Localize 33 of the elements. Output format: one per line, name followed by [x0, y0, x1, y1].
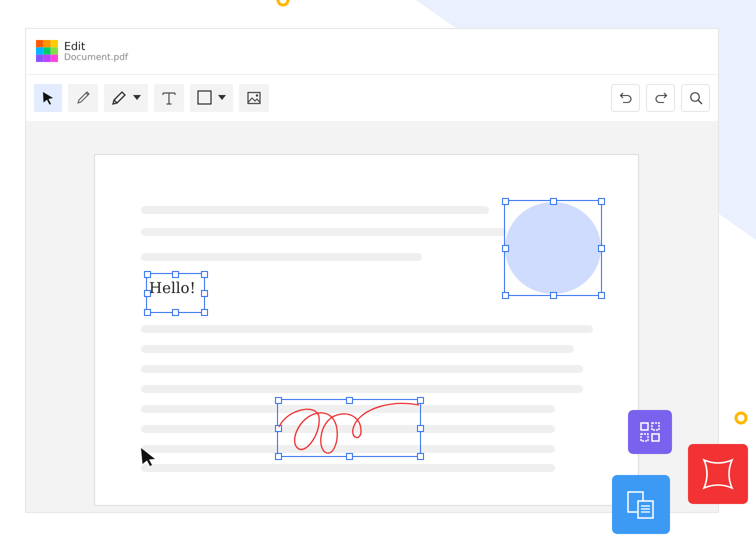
star-shape-icon: [702, 458, 734, 490]
rectangle-tool-button[interactable]: [190, 84, 233, 112]
highlighter-tool-button[interactable]: [104, 84, 148, 112]
shape-tile[interactable]: [688, 444, 748, 504]
pages-tile[interactable]: [612, 475, 670, 534]
image-icon: [246, 90, 262, 106]
text-box[interactable]: Hello!: [149, 279, 196, 297]
text-icon: [161, 90, 177, 106]
arrow-cursor-icon: [41, 90, 55, 105]
pencil-tool-button[interactable]: [68, 84, 98, 112]
window-title: Edit: [64, 40, 86, 53]
ring-icon: [734, 411, 748, 425]
search-button[interactable]: [681, 84, 710, 112]
search-icon: [688, 90, 702, 105]
file-name: Document.pdf: [64, 52, 128, 63]
marker-icon: [111, 90, 127, 106]
select-tool-button[interactable]: [34, 84, 62, 112]
selected-ellipse[interactable]: [504, 200, 602, 296]
pencil-icon: [75, 90, 91, 106]
documents-icon: [626, 490, 656, 520]
selection-frame[interactable]: [146, 273, 205, 313]
redo-icon: [654, 90, 668, 105]
undo-icon: [618, 90, 632, 105]
qr-code-icon: [640, 422, 660, 442]
square-icon: [197, 90, 212, 106]
text-tool-button[interactable]: [154, 84, 184, 112]
undo-button[interactable]: [611, 84, 640, 112]
mouse-cursor-icon: [140, 447, 156, 467]
app-logo-icon: [36, 40, 58, 62]
image-tool-button[interactable]: [239, 84, 269, 112]
qr-tile[interactable]: [628, 410, 672, 454]
redo-button[interactable]: [646, 84, 675, 112]
selected-scribble[interactable]: [277, 399, 421, 457]
